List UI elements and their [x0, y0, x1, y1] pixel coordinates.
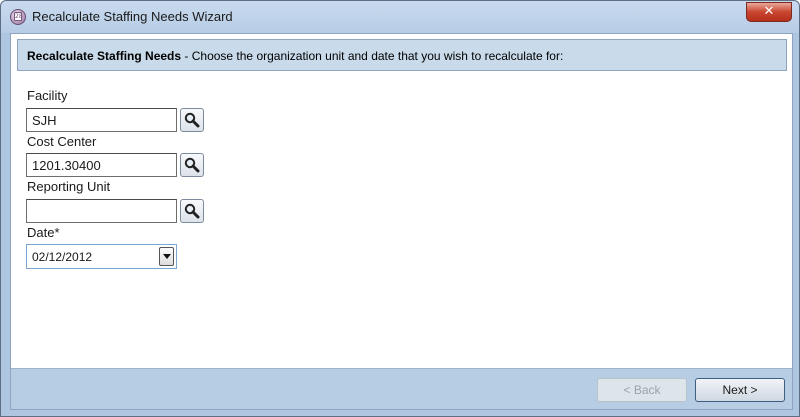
- date-dropdown-button[interactable]: [159, 247, 174, 266]
- header-text: Recalculate Staffing Needs - Choose the …: [27, 49, 563, 63]
- facility-input[interactable]: [26, 108, 177, 132]
- header-description: - Choose the organization unit and date …: [181, 49, 564, 63]
- reporting-unit-search-button[interactable]: [180, 199, 204, 223]
- title-bar[interactable]: 28 Recalculate Staffing Needs Wizard ✕: [1, 1, 799, 33]
- magnifier-icon: [184, 157, 200, 173]
- facility-label: Facility: [27, 88, 68, 103]
- close-button[interactable]: ✕: [746, 2, 792, 22]
- cost-center-search-button[interactable]: [180, 153, 204, 177]
- wizard-header: Recalculate Staffing Needs - Choose the …: [17, 39, 787, 71]
- date-label: Date*: [27, 225, 60, 240]
- reporting-unit-label: Reporting Unit: [27, 179, 111, 194]
- date-picker[interactable]: 02/12/2012: [26, 244, 177, 269]
- wizard-footer: < Back Next >: [11, 368, 792, 409]
- chevron-down-icon: [163, 254, 171, 259]
- facility-search-button[interactable]: [180, 108, 204, 132]
- cost-center-input[interactable]: [26, 153, 177, 177]
- window-title: Recalculate Staffing Needs Wizard: [32, 9, 233, 24]
- wizard-window: 28 Recalculate Staffing Needs Wizard ✕ R…: [0, 0, 800, 417]
- date-value: 02/12/2012: [32, 250, 93, 264]
- cost-center-label: Cost Center: [27, 134, 97, 149]
- magnifier-icon: [184, 112, 200, 128]
- close-icon: ✕: [763, 4, 775, 19]
- back-button[interactable]: < Back: [597, 378, 687, 402]
- reporting-unit-input[interactable]: [26, 199, 177, 223]
- calendar-icon-day: 28: [14, 12, 23, 21]
- magnifier-icon: [184, 203, 200, 219]
- calendar-icon: 28: [10, 9, 26, 25]
- header-title: Recalculate Staffing Needs: [27, 49, 182, 63]
- wizard-content: Recalculate Staffing Needs - Choose the …: [10, 33, 793, 410]
- next-button[interactable]: Next >: [695, 378, 785, 402]
